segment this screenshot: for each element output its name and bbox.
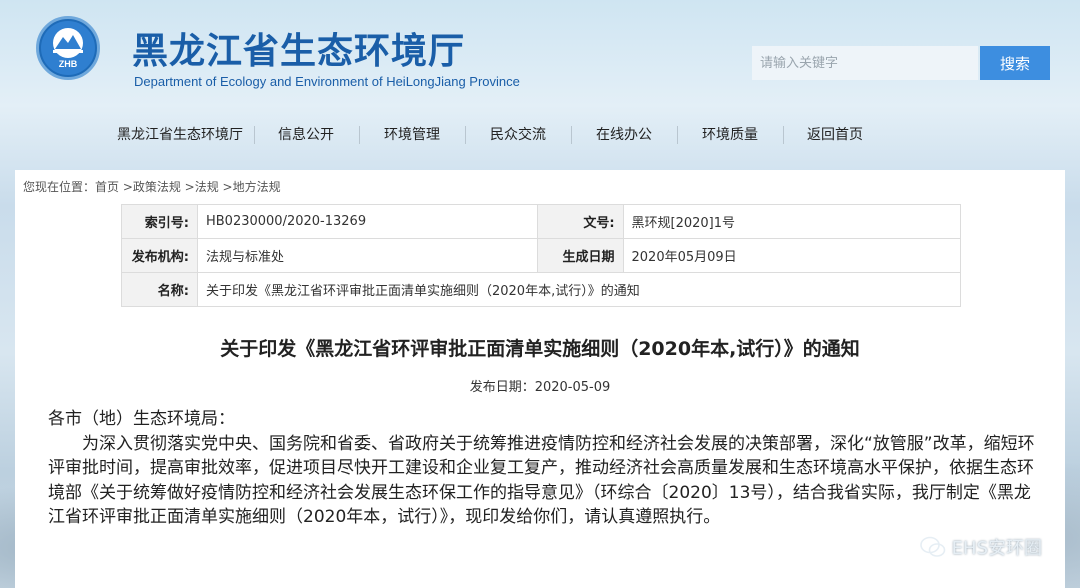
nav-divider: [359, 126, 360, 144]
document-body: 各市（地）生态环境局： 为深入贯彻落实党中央、国务院和省委、省政府关于统筹推进疫…: [48, 407, 1043, 530]
table-row: 索引号: HB0230000/2020-13269 文号: 黑环规[2020]1…: [121, 204, 962, 239]
main-nav: 黑龙江省生态环境厅 信息公开 环境管理 民众交流 在线办公 环境质量 返回首页: [0, 118, 1080, 150]
table-row: 发布机构: 法规与标准处 生成日期 2020年05月09日: [121, 238, 962, 273]
org-value: 法规与标准处: [196, 238, 538, 273]
watermark: EHS安环圈: [919, 534, 1042, 560]
publish-date: 发布日期：2020-05-09: [469, 380, 611, 395]
nav-item-env-quality[interactable]: 环境质量: [702, 124, 758, 144]
date-value: 2020年05月09日: [622, 238, 962, 273]
date-label: 生成日期: [536, 238, 624, 273]
table-row: 名称: 关于印发《黑龙江省环评审批正面清单实施细则（2020年本,试行）》的通知: [121, 272, 962, 307]
index-value: HB0230000/2020-13269: [196, 204, 538, 239]
nav-divider: [254, 126, 255, 144]
breadcrumb: 您现在位置：首页 >政策法规 >法规 >地方法规: [23, 180, 281, 194]
docno-label: 文号:: [536, 204, 624, 239]
docno-value: 黑环规[2020]1号: [622, 204, 962, 239]
nav-divider: [783, 126, 784, 144]
site-title: 黑龙江省生态环境厅: [132, 31, 466, 72]
name-value: 关于印发《黑龙江省环评审批正面清单实施细则（2020年本,试行）》的通知: [196, 272, 962, 307]
nav-item-home-dept[interactable]: 黑龙江省生态环境厅: [117, 124, 243, 144]
org-label: 发布机构:: [121, 238, 198, 273]
article-panel: 您现在位置：首页 >政策法规 >法规 >地方法规 索引号: HB0230000/…: [15, 170, 1065, 588]
nav-divider: [677, 126, 678, 144]
wechat-icon: [919, 536, 945, 557]
site-logo[interactable]: ZHB: [36, 16, 100, 80]
name-label: 名称:: [121, 272, 198, 307]
document-meta-table: 索引号: HB0230000/2020-13269 文号: 黑环规[2020]1…: [121, 204, 962, 307]
index-label: 索引号:: [121, 204, 198, 239]
nav-item-env-management[interactable]: 环境管理: [384, 124, 440, 144]
search-button[interactable]: 搜索: [980, 46, 1050, 80]
watermark-text: EHS安环圈: [951, 538, 1042, 559]
site-subtitle: Department of Ecology and Environment of…: [134, 74, 520, 89]
nav-divider: [465, 126, 466, 144]
document-title: 关于印发《黑龙江省环评审批正面清单实施细则（2020年本,试行）》的通知: [220, 338, 860, 360]
nav-item-online-office[interactable]: 在线办公: [596, 124, 652, 144]
svg-text:ZHB: ZHB: [59, 59, 78, 69]
search-input[interactable]: [752, 46, 978, 80]
salutation: 各市（地）生态环境局：: [48, 409, 235, 429]
site-header: ZHB 黑龙江省生态环境厅 Department of Ecology and …: [0, 0, 1080, 110]
body-paragraph: 为深入贯彻落实党中央、国务院和省委、省政府关于统筹推进疫情防控和经济社会发展的决…: [48, 433, 1035, 528]
logo-emblem-icon: ZHB: [41, 21, 95, 75]
nav-item-back-home[interactable]: 返回首页: [807, 124, 863, 144]
nav-divider: [571, 126, 572, 144]
nav-item-public-exchange[interactable]: 民众交流: [490, 124, 546, 144]
nav-item-info-public[interactable]: 信息公开: [278, 124, 334, 144]
